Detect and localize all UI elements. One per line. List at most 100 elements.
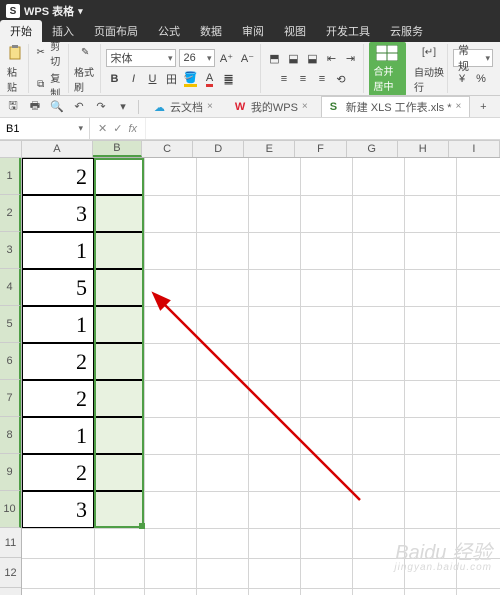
col-header-C[interactable]: C — [142, 141, 193, 157]
number-format-combo[interactable]: 常规 — [453, 49, 493, 67]
row-header-1[interactable]: 1 — [0, 158, 21, 195]
row-header-3[interactable]: 3 — [0, 232, 21, 269]
align-right-button[interactable]: ≡ — [313, 70, 331, 88]
menu-data[interactable]: 数据 — [190, 20, 232, 42]
qat-undo-button[interactable]: ↶ — [70, 98, 88, 116]
align-middle-button[interactable]: ⬓ — [285, 49, 303, 67]
close-icon[interactable]: × — [302, 101, 308, 112]
cell-B9[interactable] — [94, 454, 144, 491]
qat-print-button[interactable]: 🖶 — [26, 98, 44, 116]
cell-A6[interactable]: 2 — [22, 343, 94, 380]
row-header-5[interactable]: 5 — [0, 306, 21, 343]
format-painter-button[interactable]: ✎ 格式刷 — [74, 44, 97, 94]
cell-B10[interactable] — [94, 491, 144, 528]
font-name-combo[interactable]: 宋体 — [106, 49, 176, 67]
copy-button[interactable]: ⧉复制 — [34, 70, 65, 97]
col-header-F[interactable]: F — [295, 141, 346, 157]
formula-input[interactable] — [145, 118, 500, 139]
phonetic-button[interactable]: ䷀ — [220, 70, 238, 88]
font-size-combo[interactable]: 26 — [179, 49, 215, 67]
title-dropdown-icon[interactable]: ▾ — [78, 6, 83, 17]
col-header-E[interactable]: E — [244, 141, 295, 157]
cell-B8[interactable] — [94, 417, 144, 454]
row-header-2[interactable]: 2 — [0, 195, 21, 232]
cell-B2[interactable] — [94, 195, 144, 232]
row-header-11[interactable]: 11 — [0, 528, 21, 558]
cell-A10[interactable]: 3 — [22, 491, 94, 528]
row-header-8[interactable]: 8 — [0, 417, 21, 454]
bold-button[interactable]: B — [106, 70, 124, 88]
grow-font-button[interactable]: A⁺ — [218, 49, 236, 67]
wrap-text-button[interactable]: [↵] 自动换行 — [414, 44, 444, 94]
row-header-9[interactable]: 9 — [0, 454, 21, 491]
cell-A7[interactable]: 2 — [22, 380, 94, 417]
fx-icon[interactable]: fx — [128, 123, 137, 135]
tab-active-doc[interactable]: S 新建 XLS 工作表.xls * × — [321, 96, 471, 118]
cell-A5[interactable]: 1 — [22, 306, 94, 343]
align-top-button[interactable]: ⬒ — [266, 49, 284, 67]
menu-review[interactable]: 审阅 — [232, 20, 274, 42]
merge-center-button[interactable]: 合并居中 — [369, 42, 407, 96]
cell-B1[interactable] — [94, 158, 144, 195]
col-header-I[interactable]: I — [449, 141, 500, 157]
italic-button[interactable]: I — [125, 70, 143, 88]
name-box[interactable]: B1 ▾ — [0, 118, 90, 139]
row-header-7[interactable]: 7 — [0, 380, 21, 417]
font-color-button[interactable]: A — [201, 70, 219, 88]
menu-dev-tools[interactable]: 开发工具 — [316, 20, 380, 42]
orientation-button[interactable]: ⟲ — [332, 70, 350, 88]
qat-preview-button[interactable]: 🔍 — [48, 98, 66, 116]
cell-B5[interactable] — [94, 306, 144, 343]
row-header-4[interactable]: 4 — [0, 269, 21, 306]
menu-cloud[interactable]: 云服务 — [380, 20, 433, 42]
indent-dec-button[interactable]: ⇤ — [323, 49, 341, 67]
cell-A9[interactable]: 2 — [22, 454, 94, 491]
accept-formula-icon[interactable]: ✓ — [113, 122, 122, 135]
menu-view[interactable]: 视图 — [274, 20, 316, 42]
row-header-10[interactable]: 10 — [0, 491, 21, 528]
cell-B7[interactable] — [94, 380, 144, 417]
align-center-button[interactable]: ≡ — [294, 70, 312, 88]
menu-page-layout[interactable]: 页面布局 — [84, 20, 148, 42]
row-header-6[interactable]: 6 — [0, 343, 21, 380]
shrink-font-button[interactable]: A⁻ — [239, 49, 257, 67]
paste-button[interactable]: 粘贴 — [7, 44, 25, 94]
select-all-corner[interactable] — [0, 140, 22, 158]
cell-B4[interactable] — [94, 269, 144, 306]
row-header-12[interactable]: 12 — [0, 558, 21, 588]
spreadsheet-grid[interactable]: ABCDEFGHI 123456789101112131415 23151221… — [0, 140, 500, 595]
col-header-A[interactable]: A — [22, 141, 93, 157]
col-header-B[interactable]: B — [93, 141, 142, 157]
close-icon[interactable]: × — [207, 101, 213, 112]
border-button[interactable]: 田 — [163, 70, 181, 88]
tab-cloud-doc[interactable]: ☁ 云文档 × — [145, 96, 222, 118]
cell-A4[interactable]: 5 — [22, 269, 94, 306]
qat-more-button[interactable]: ▾ — [114, 98, 132, 116]
menu-insert[interactable]: 插入 — [42, 20, 84, 42]
align-bottom-button[interactable]: ⬓ — [304, 49, 322, 67]
col-header-G[interactable]: G — [347, 141, 398, 157]
cell-A1[interactable]: 2 — [22, 158, 94, 195]
cell-B3[interactable] — [94, 232, 144, 269]
qat-save-button[interactable]: 🖫 — [4, 98, 22, 116]
row-header-13[interactable]: 13 — [0, 588, 21, 595]
cell-A2[interactable]: 3 — [22, 195, 94, 232]
col-header-D[interactable]: D — [193, 141, 244, 157]
qat-redo-button[interactable]: ↷ — [92, 98, 110, 116]
new-tab-button[interactable]: + — [474, 98, 492, 116]
cell-B6[interactable] — [94, 343, 144, 380]
col-header-H[interactable]: H — [398, 141, 449, 157]
indent-inc-button[interactable]: ⇥ — [342, 49, 360, 67]
tab-my-wps[interactable]: W 我的WPS × — [226, 96, 317, 118]
underline-button[interactable]: U — [144, 70, 162, 88]
fill-color-button[interactable]: 🪣 — [182, 70, 200, 88]
menu-home[interactable]: 开始 — [0, 20, 42, 42]
menu-formula[interactable]: 公式 — [148, 20, 190, 42]
close-icon[interactable]: × — [456, 101, 462, 112]
cancel-formula-icon[interactable]: ✕ — [98, 122, 107, 135]
align-left-button[interactable]: ≡ — [275, 70, 293, 88]
cells-area[interactable]: 2315122123 — [22, 158, 500, 595]
cell-A3[interactable]: 1 — [22, 232, 94, 269]
cell-A8[interactable]: 1 — [22, 417, 94, 454]
cut-button[interactable]: ✂剪切 — [34, 42, 65, 68]
